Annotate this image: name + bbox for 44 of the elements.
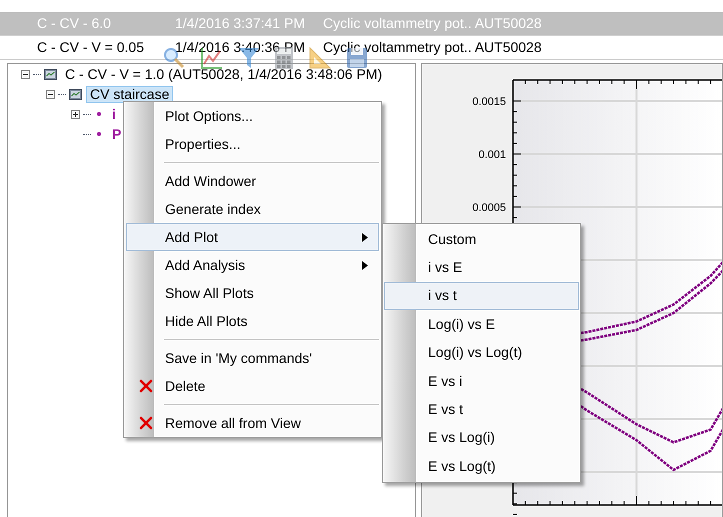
collapse-icon[interactable]: [46, 90, 55, 98]
y-tick-label: 0.0005: [472, 202, 506, 214]
submenu-arrow-icon: [362, 232, 368, 242]
menu-item[interactable]: E vs Log(t): [384, 452, 579, 481]
menu-item[interactable]: Custom: [384, 225, 579, 254]
delete-icon: [139, 416, 153, 430]
menu-item[interactable]: E vs Log(i): [384, 424, 579, 452]
expand-icon[interactable]: [71, 110, 80, 118]
tree-item[interactable]: i: [108, 106, 120, 122]
menu-item[interactable]: Remove all from View: [126, 409, 379, 437]
bullet-icon: [94, 109, 104, 119]
menu-item[interactable]: Add Windower: [126, 167, 379, 195]
row-date: 1/4/2016 3:37:41 PM: [175, 16, 305, 31]
row-name: C - CV - 6.0: [37, 14, 112, 33]
tree-item[interactable]: C - CV - V = 1.0 (AUT50028, 1/4/2016 3:48:06 PM): [61, 66, 386, 82]
collapse-icon[interactable]: [21, 70, 30, 78]
menu-item[interactable]: i vs t: [384, 282, 579, 310]
row-procedure: Cyclic voltammetry pot.. AUT50028: [323, 16, 542, 31]
bullet-icon: [94, 129, 104, 139]
menu-item[interactable]: Generate index: [126, 195, 379, 223]
menu-item[interactable]: Plot Options...: [126, 102, 379, 130]
menu-item[interactable]: Properties...: [126, 130, 379, 158]
row-procedure: Cyclic voltammetry pot.. AUT50028: [323, 40, 542, 55]
chart-icon: [44, 68, 57, 80]
menu-item[interactable]: Log(i) vs E: [384, 310, 579, 339]
menu-item[interactable]: Delete: [126, 372, 379, 400]
tree-item[interactable]: P: [108, 126, 126, 142]
menu-item[interactable]: E vs i: [384, 366, 579, 396]
delete-icon: [139, 379, 153, 393]
y-tick-label: 0.0015: [472, 96, 506, 108]
menu-item[interactable]: Add Plot: [126, 223, 379, 251]
submenu-arrow-icon: [362, 260, 368, 270]
row-name: C - CV - V = 0.05: [37, 38, 145, 57]
row-date: 1/4/2016 3:40:36 PM: [175, 40, 305, 55]
menu-item[interactable]: Add Analysis: [126, 251, 379, 279]
menu-item[interactable]: Log(i) vs Log(t): [384, 338, 579, 367]
chart-icon: [69, 88, 82, 100]
menu-item[interactable]: Hide All Plots: [126, 307, 379, 335]
menu-item[interactable]: i vs E: [384, 253, 579, 282]
menu-item[interactable]: Save in 'My commands': [126, 344, 379, 372]
menu-item[interactable]: Show All Plots: [126, 279, 379, 307]
tree-item[interactable]: CV staircase: [86, 86, 174, 102]
y-tick-label: 0.001: [478, 149, 506, 161]
menu-item[interactable]: E vs t: [384, 395, 579, 424]
